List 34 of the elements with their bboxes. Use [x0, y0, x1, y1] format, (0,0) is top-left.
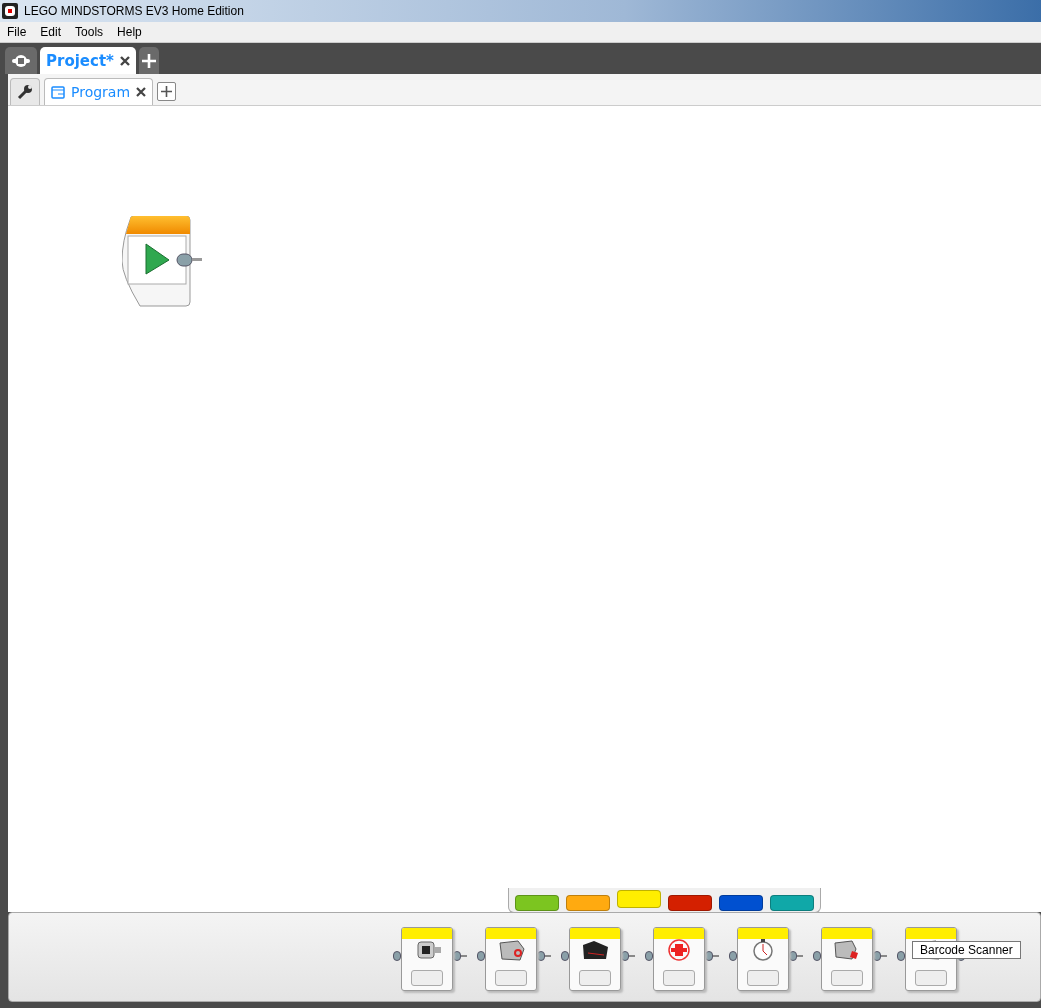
plus-icon: [161, 86, 173, 97]
settings-tab[interactable]: [10, 78, 40, 105]
plus-icon: [141, 53, 156, 68]
start-block[interactable]: [122, 216, 204, 310]
add-program-button[interactable]: [157, 82, 177, 101]
close-icon[interactable]: [119, 55, 130, 66]
program-icon: [51, 85, 65, 99]
connector-icon: [537, 951, 551, 961]
connector-icon: [813, 951, 821, 961]
lobby-icon: [11, 53, 31, 68]
sensor-icon: [580, 939, 610, 961]
connector-icon: [453, 951, 467, 961]
add-project-button[interactable]: [138, 47, 159, 74]
app-logo-icon: [2, 3, 18, 19]
sensor-icon: [496, 939, 526, 961]
window-title: LEGO MINDSTORMS EV3 Home Edition: [24, 4, 244, 18]
menu-item[interactable]: Help: [110, 25, 149, 39]
connector-icon: [897, 951, 905, 961]
connector-icon: [873, 951, 887, 961]
menu-item[interactable]: Edit: [33, 25, 69, 39]
connector-icon: [393, 951, 401, 961]
connector-icon: [729, 951, 737, 961]
connector-icon: [477, 951, 485, 961]
connector-icon: [789, 951, 803, 961]
connector-icon: [621, 951, 635, 961]
lobby-tab[interactable]: [5, 47, 37, 74]
connector-icon: [645, 951, 653, 961]
sensor-block[interactable]: [569, 927, 621, 991]
wrench-icon: [17, 84, 33, 100]
connector-icon: [561, 951, 569, 961]
connector-icon: [705, 951, 719, 961]
menu-item[interactable]: Tools: [68, 25, 111, 39]
menu-item[interactable]: File: [0, 25, 34, 39]
close-icon[interactable]: [136, 87, 147, 97]
